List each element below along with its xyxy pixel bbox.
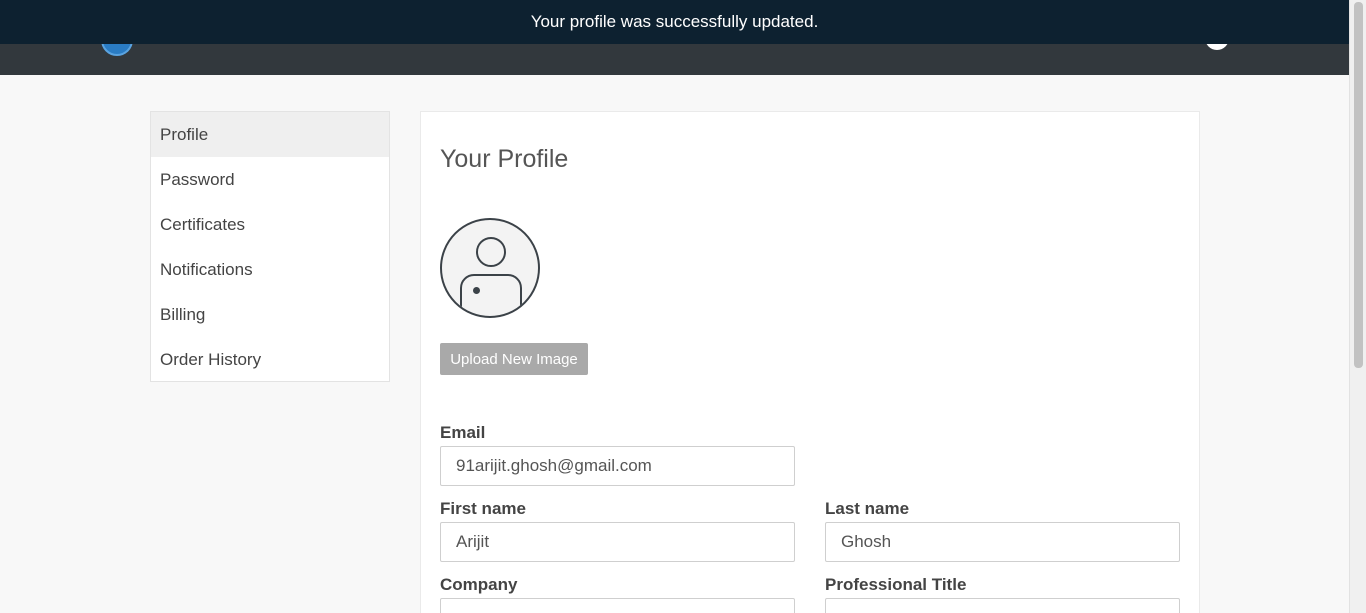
settings-sidebar: Profile Password Certificates Notificati… [150,111,390,382]
sidebar-item-billing[interactable]: Billing [151,292,389,337]
scrollbar-thumb[interactable] [1354,2,1363,368]
first-name-field[interactable] [440,522,795,562]
email-field[interactable] [440,446,795,486]
page-scrollbar[interactable] [1349,0,1366,613]
sidebar-item-certificates[interactable]: Certificates [151,202,389,247]
profile-card: Your Profile Upload New Image Email Firs… [420,111,1200,613]
first-name-label: First name [440,499,526,518]
profile-avatar [440,218,540,318]
sidebar-item-order-history[interactable]: Order History [151,337,389,382]
company-label: Company [440,575,518,594]
page-title: Your Profile [440,145,569,173]
avatar-head-shape [476,237,506,267]
company-field[interactable] [440,598,795,613]
professional-title-field[interactable] [825,598,1180,613]
sidebar-item-profile[interactable]: Profile [151,112,389,157]
last-name-label: Last name [825,499,910,518]
sidebar-item-password[interactable]: Password [151,157,389,202]
avatar-dot-shape [473,287,480,294]
upload-image-button[interactable]: Upload New Image [440,343,588,375]
last-name-field[interactable] [825,522,1180,562]
email-label: Email [440,423,486,442]
sidebar-item-notifications[interactable]: Notifications [151,247,389,292]
professional-title-label: Professional Title [825,575,967,594]
success-banner: Your profile was successfully updated. [0,0,1349,44]
avatar-body-shape [460,274,522,316]
